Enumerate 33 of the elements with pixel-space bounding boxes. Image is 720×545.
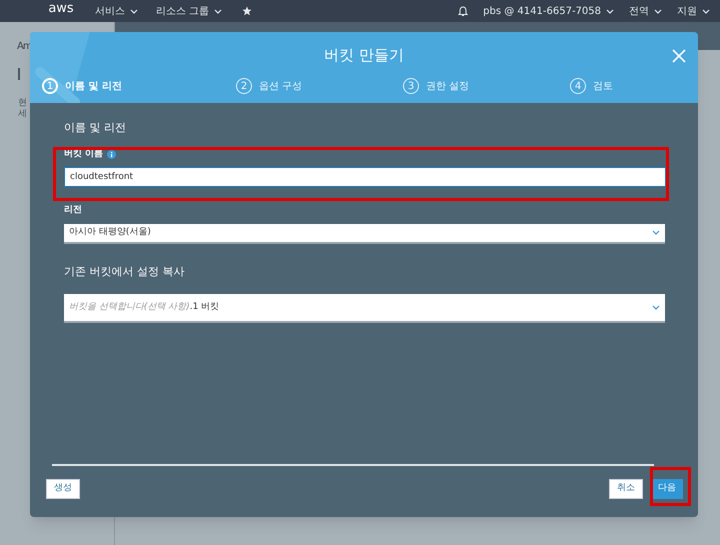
dialog-title: 버킷 만들기 bbox=[324, 45, 404, 66]
caret-icon bbox=[654, 8, 662, 14]
menu-button[interactable]: 리소스 그룹 bbox=[156, 4, 222, 18]
caret-icon bbox=[702, 8, 710, 14]
dialog-button[interactable]: 생성 bbox=[46, 479, 80, 499]
text-input[interactable]: cloudtestfront bbox=[64, 167, 666, 187]
region-menu[interactable]: 전역 bbox=[629, 4, 662, 18]
sidebar-text: 현 bbox=[18, 97, 27, 109]
aws-logo[interactable]: aws bbox=[48, 2, 74, 14]
chevron-down-icon bbox=[652, 305, 660, 310]
section-title: 이름 및 리전 bbox=[64, 120, 127, 134]
dialog-button[interactable]: 취소 bbox=[609, 479, 643, 499]
highlight-box bbox=[650, 467, 691, 506]
bell-icon bbox=[458, 6, 468, 16]
caret-icon bbox=[214, 8, 222, 14]
placeholder-text: 버킷을 선택합니다(선택 사항) bbox=[69, 300, 190, 314]
sidebar-item-marker bbox=[18, 68, 20, 80]
dropdown[interactable]: 아시아 태평양(서울) bbox=[64, 224, 665, 244]
caret-icon bbox=[606, 8, 614, 14]
field-label: 리전 bbox=[64, 204, 82, 217]
close-icon bbox=[672, 49, 686, 63]
close-button[interactable] bbox=[672, 49, 686, 63]
info-icon bbox=[107, 150, 116, 159]
account-menu[interactable]: pbs @ 4141-6657-7058 bbox=[483, 4, 614, 18]
caret-icon bbox=[130, 8, 138, 14]
menu-button[interactable]: 서비스 bbox=[95, 4, 138, 18]
section-title: 기존 버킷에서 설정 복사 bbox=[64, 264, 186, 280]
sidebar-text: 세 bbox=[18, 108, 27, 121]
chevron-down-icon bbox=[652, 230, 660, 235]
support-menu[interactable]: 지원 bbox=[677, 4, 710, 18]
bucket-count: .1 버킷 bbox=[190, 300, 220, 314]
star-icon bbox=[242, 6, 252, 16]
dropdown[interactable]: 버킷을 선택합니다(선택 사항).1 버킷 bbox=[64, 294, 665, 323]
